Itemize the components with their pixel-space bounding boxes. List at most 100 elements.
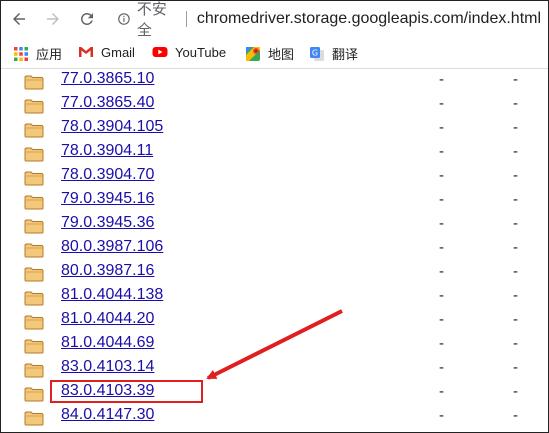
size-cell: -	[513, 335, 518, 352]
version-link[interactable]: 78.0.3904.70	[61, 166, 154, 184]
list-item: 78.0.3904.11 - -	[0, 141, 549, 165]
back-button[interactable]	[8, 9, 30, 29]
highlight-box	[50, 380, 203, 403]
list-item: 83.0.4103.14 - -	[0, 357, 549, 381]
bookmark-label: 地图	[268, 47, 295, 62]
folder-icon	[24, 387, 44, 402]
youtube-icon	[152, 47, 168, 57]
list-item: 78.0.3904.70 - -	[0, 165, 549, 189]
security-status-label: 不安全	[136, 1, 167, 39]
folder-icon	[24, 171, 44, 186]
last-modified-cell: -	[439, 359, 444, 376]
last-modified-cell: -	[439, 287, 444, 304]
folder-icon	[24, 363, 44, 378]
list-item: 77.0.3865.10 - -	[0, 69, 549, 93]
maps-icon	[246, 46, 260, 61]
list-item: 80.0.3987.106 - -	[0, 237, 549, 261]
list-item: 84.0.4147.30 - -	[0, 405, 549, 429]
folder-icon	[24, 339, 44, 354]
version-link[interactable]: 79.0.3945.36	[61, 214, 154, 232]
address-separator	[185, 11, 187, 27]
size-cell: -	[513, 143, 518, 160]
folder-icon	[24, 123, 44, 138]
folder-icon	[24, 195, 44, 210]
size-cell: -	[513, 239, 518, 256]
last-modified-cell: -	[439, 239, 444, 256]
folder-icon	[24, 147, 44, 162]
folder-icon	[24, 219, 44, 234]
bookmark-apps[interactable]: 应用	[13, 44, 62, 63]
size-cell: -	[513, 407, 518, 424]
size-cell: -	[513, 215, 518, 232]
url-text[interactable]: chromedriver.storage.googleapis.com/inde…	[197, 10, 541, 28]
folder-icon	[24, 411, 44, 426]
last-modified-cell: -	[439, 407, 444, 424]
bookmark-translate[interactable]: G 翻译	[309, 44, 358, 63]
bookmark-label: Gmail	[101, 44, 135, 60]
last-modified-cell: -	[439, 143, 444, 160]
size-cell: -	[513, 359, 518, 376]
directory-listing: 77.0.3865.10- -77.0.3865.40- -78.0.3904.10…	[0, 69, 549, 433]
forward-arrow-icon	[47, 13, 59, 25]
list-item: 78.0.3904.105 - -	[0, 117, 549, 141]
bookmark-label: 翻译	[332, 47, 359, 62]
browser-toolbar: 不安全 chromedriver.storage.googleapis.com/…	[0, 0, 549, 39]
size-cell: -	[513, 95, 518, 112]
forward-button[interactable]	[42, 9, 64, 29]
info-icon[interactable]	[117, 11, 131, 27]
folder-icon	[24, 291, 44, 306]
list-item: 77.0.3865.40 - -	[0, 93, 549, 117]
version-link[interactable]: 81.0.4044.69	[61, 334, 154, 352]
size-cell: -	[513, 311, 518, 328]
bookmark-label: YouTube	[175, 44, 227, 60]
version-link[interactable]: 83.0.4103.14	[61, 358, 154, 376]
folder-icon	[24, 75, 44, 90]
last-modified-cell: -	[439, 311, 444, 328]
version-link[interactable]: 80.0.3987.106	[61, 238, 163, 256]
last-modified-cell: -	[439, 119, 444, 136]
reload-button[interactable]	[76, 9, 98, 29]
folder-icon	[24, 315, 44, 330]
size-cell: -	[513, 263, 518, 280]
last-modified-cell: -	[439, 191, 444, 208]
last-modified-cell: -	[439, 335, 444, 352]
bookmark-youtube[interactable]: YouTube	[152, 44, 226, 60]
version-link[interactable]: 78.0.3904.105	[61, 118, 163, 136]
size-cell: -	[513, 167, 518, 184]
folder-icon	[24, 243, 44, 258]
bookmark-maps[interactable]: 地图	[245, 44, 294, 63]
version-link[interactable]: 77.0.3865.10	[61, 70, 154, 88]
last-modified-cell: -	[439, 167, 444, 184]
apps-grid-icon	[14, 46, 28, 61]
list-item: 80.0.3987.16 - -	[0, 261, 549, 285]
last-modified-cell: -	[439, 383, 444, 400]
size-cell: -	[513, 71, 518, 88]
size-cell: -	[513, 119, 518, 136]
version-link[interactable]: 81.0.4044.20	[61, 310, 154, 328]
last-modified-cell: -	[439, 263, 444, 280]
address-bar[interactable]: 不安全 chromedriver.storage.googleapis.com/…	[117, 1, 541, 39]
list-item: 79.0.3945.16 - -	[0, 189, 549, 213]
svg-text:G: G	[312, 48, 318, 57]
folder-icon	[24, 99, 44, 114]
version-link[interactable]: 78.0.3904.11	[61, 142, 153, 160]
version-link[interactable]: 80.0.3987.16	[61, 262, 154, 280]
translate-icon: G	[310, 46, 324, 61]
list-item: 79.0.3945.36 - -	[0, 213, 549, 237]
last-modified-cell: -	[439, 95, 444, 112]
last-modified-cell: -	[439, 215, 444, 232]
folder-icon	[24, 267, 44, 282]
list-item: 81.0.4044.138 - -	[0, 285, 549, 309]
last-modified-cell: -	[439, 71, 444, 88]
bookmarks-bar: 应用 Gmail YouTube 地图 G 翻译	[0, 38, 549, 69]
size-cell: -	[513, 287, 518, 304]
list-item: 81.0.4044.69 - -	[0, 333, 549, 357]
version-link[interactable]: 79.0.3945.16	[61, 190, 154, 208]
version-link[interactable]: 77.0.3865.40	[61, 94, 154, 112]
list-item: 81.0.4044.20 - -	[0, 309, 549, 333]
bookmark-label: 应用	[36, 47, 63, 62]
version-link[interactable]: 84.0.4147.30	[61, 406, 154, 424]
bookmark-gmail[interactable]: Gmail	[78, 44, 135, 60]
version-link[interactable]: 81.0.4044.138	[61, 286, 163, 304]
size-cell: -	[513, 191, 518, 208]
